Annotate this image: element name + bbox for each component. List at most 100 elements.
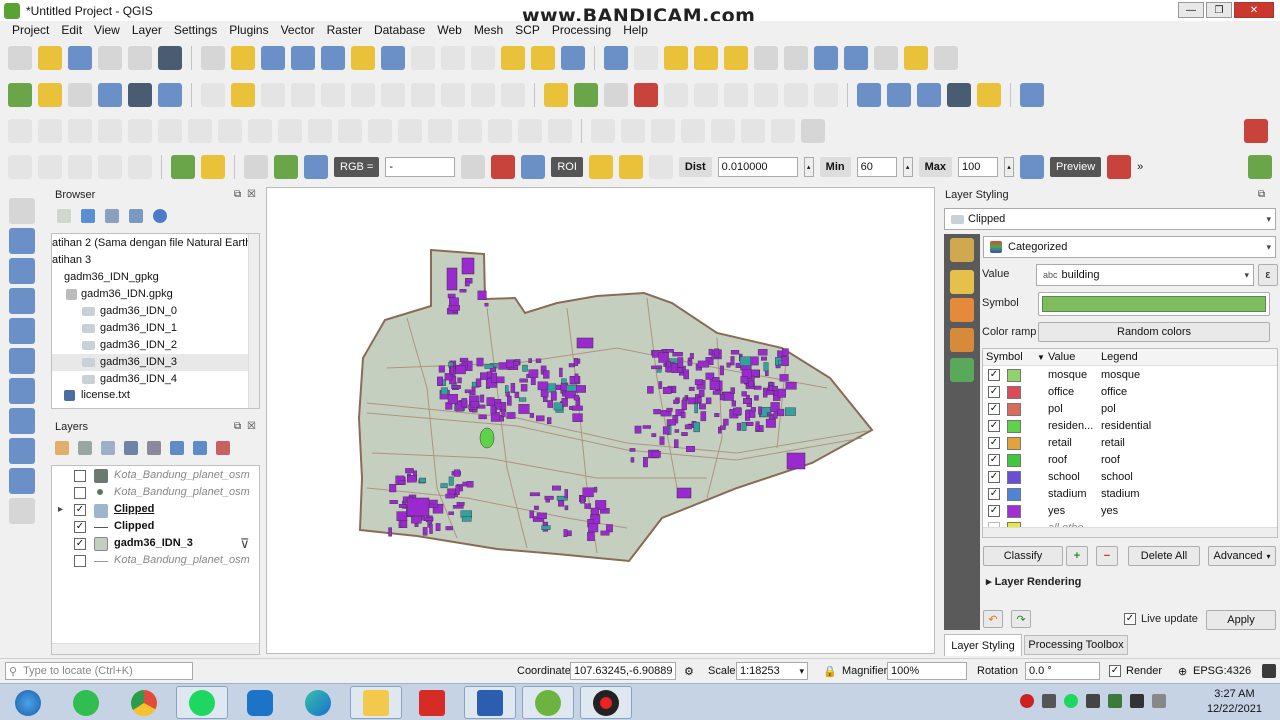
browser-item[interactable]: license.txt xyxy=(64,389,130,401)
locator-input[interactable]: ⚲ Type to locate (Ctrl+K) xyxy=(5,662,193,680)
metasearch-icon[interactable] xyxy=(917,83,941,107)
category-row[interactable]: ✓ office office xyxy=(983,384,1277,401)
web-service-icon[interactable] xyxy=(887,83,911,107)
virtual-layer-icon[interactable] xyxy=(158,83,182,107)
taskbar-chrome[interactable] xyxy=(118,686,170,719)
grid-icon[interactable] xyxy=(801,119,825,143)
menu-web[interactable]: Web xyxy=(437,23,461,37)
help-icon[interactable] xyxy=(1020,83,1044,107)
trim-extend-icon[interactable] xyxy=(488,119,512,143)
column-symbol[interactable]: Symbol xyxy=(986,351,1023,363)
add-postgis-icon[interactable] xyxy=(9,378,35,404)
masks-tab-icon[interactable] xyxy=(950,328,974,352)
scp-dock-icon[interactable] xyxy=(201,155,225,179)
scp-move-icon[interactable] xyxy=(68,155,92,179)
tab-layer-styling[interactable]: Layer Styling xyxy=(944,634,1022,656)
close-button[interactable]: ✕ xyxy=(1234,2,1274,18)
min-field[interactable]: 60 xyxy=(856,157,897,177)
browser-item[interactable]: gadm36_IDN.gpkg xyxy=(66,288,173,300)
expand-all-icon[interactable] xyxy=(170,441,184,455)
expand-arrow-icon[interactable]: ▸ xyxy=(58,504,63,515)
refresh-icon[interactable] xyxy=(561,46,585,70)
layer-name[interactable]: Clipped xyxy=(114,520,154,532)
database-icon[interactable] xyxy=(857,83,881,107)
category-checkbox[interactable]: ✓ xyxy=(988,488,1000,500)
reverse-line-icon[interactable] xyxy=(518,119,542,143)
filter-icon[interactable] xyxy=(105,209,119,223)
color-ramp-button[interactable]: Random colors xyxy=(1038,322,1270,342)
digitize-icon[interactable] xyxy=(98,83,122,107)
category-checkbox[interactable]: ✓ xyxy=(988,386,1000,398)
taskbar-explorer[interactable] xyxy=(350,686,402,719)
scale-combo[interactable]: 1:18253 ▾ xyxy=(736,662,808,680)
max-spin[interactable]: ▴ xyxy=(1004,157,1015,177)
layer-checkbox[interactable] xyxy=(74,470,86,482)
zoom-last-icon[interactable] xyxy=(441,46,465,70)
show-labels-icon[interactable] xyxy=(634,83,658,107)
undo-style-icon[interactable]: ↶ xyxy=(983,610,1003,628)
add-selected-icon[interactable] xyxy=(57,209,71,223)
identify-icon[interactable] xyxy=(604,46,628,70)
start-button[interactable] xyxy=(2,686,54,719)
add-wfs-icon[interactable] xyxy=(9,468,35,494)
vertex-tool-icon[interactable] xyxy=(321,83,345,107)
crs-button[interactable]: EPSG:4326 xyxy=(1193,665,1251,677)
zoom-to-selection-icon[interactable] xyxy=(351,46,375,70)
advanced-button[interactable]: Advanced ▾ xyxy=(1208,546,1276,566)
max-field[interactable]: 100 xyxy=(958,157,999,177)
menu-help[interactable]: Help xyxy=(623,23,648,37)
taskbar-whatsapp[interactable] xyxy=(60,686,112,719)
layer-checkbox[interactable] xyxy=(74,555,86,567)
collapse-all-icon[interactable] xyxy=(129,209,143,223)
category-row[interactable]: ✓ residen... residential xyxy=(983,418,1277,435)
split-parts-icon[interactable] xyxy=(368,119,392,143)
menu-vector[interactable]: Vector xyxy=(281,23,315,37)
classify-button[interactable]: Classify xyxy=(983,546,1063,566)
layer-rendering-toggle[interactable]: ▸ Layer Rendering xyxy=(986,575,1081,588)
text-annotation-icon[interactable] xyxy=(934,46,958,70)
flag-icon[interactable] xyxy=(1086,694,1100,708)
column-legend[interactable]: Legend xyxy=(1101,351,1138,363)
menu-settings[interactable]: Settings xyxy=(174,23,217,37)
browser-item[interactable]: gadm36_IDN_3 xyxy=(82,356,177,368)
min-spin[interactable]: ▴ xyxy=(902,157,913,177)
browser-item[interactable]: gadm36_IDN_1 xyxy=(82,322,177,334)
tab-processing-toolbox[interactable]: Processing Toolbox xyxy=(1024,635,1128,655)
category-checkbox[interactable]: ✓ xyxy=(988,437,1000,449)
add-spatialite-icon[interactable] xyxy=(9,318,35,344)
battery-icon[interactable] xyxy=(1152,694,1166,708)
scp-stretch-icon[interactable] xyxy=(461,155,486,179)
menu-view[interactable]: View xyxy=(94,23,120,37)
attribute-table-icon[interactable] xyxy=(754,46,778,70)
browser-item[interactable]: gadm36_IDN_2 xyxy=(82,339,177,351)
new-map-view-icon[interactable] xyxy=(501,46,525,70)
fill-ring-icon[interactable] xyxy=(188,119,212,143)
category-swatch[interactable] xyxy=(1007,471,1021,484)
browser-scrollbar[interactable] xyxy=(248,234,259,408)
python-console-icon[interactable] xyxy=(977,83,1001,107)
move-diagram-icon[interactable] xyxy=(814,83,838,107)
layers-hscrollbar[interactable] xyxy=(52,643,259,654)
layer-checkbox[interactable]: ✓ xyxy=(74,504,86,516)
new-layout-icon[interactable] xyxy=(98,46,122,70)
menu-processing[interactable]: Processing xyxy=(552,23,611,37)
category-checkbox[interactable]: ✓ xyxy=(988,369,1000,381)
delete-part-icon[interactable] xyxy=(248,119,272,143)
browser-item[interactable]: gadm36_IDN_gpkg xyxy=(64,271,159,283)
preview-button[interactable]: Preview xyxy=(1050,157,1102,177)
spotify-tray-icon[interactable] xyxy=(1064,694,1078,708)
rotate-feature-icon[interactable] xyxy=(68,119,92,143)
deselect-icon[interactable] xyxy=(724,46,748,70)
scp-add-roi-icon[interactable] xyxy=(618,155,643,179)
zoom-to-layer-icon[interactable] xyxy=(381,46,405,70)
coordinate-field[interactable]: 107.63245,-6.90889 xyxy=(570,662,676,680)
map-canvas[interactable] xyxy=(266,187,935,654)
category-row[interactable]: ✓ stadium stadium xyxy=(983,486,1277,503)
toggle-editing-icon[interactable] xyxy=(231,83,255,107)
polygon-icon[interactable] xyxy=(711,119,735,143)
merge-attributes-icon[interactable] xyxy=(428,119,452,143)
curve-icon[interactable] xyxy=(548,119,572,143)
scp-vertex-icon[interactable] xyxy=(98,155,122,179)
maximize-button[interactable]: ❐ xyxy=(1206,2,1232,18)
pin-labels-icon[interactable] xyxy=(604,83,628,107)
